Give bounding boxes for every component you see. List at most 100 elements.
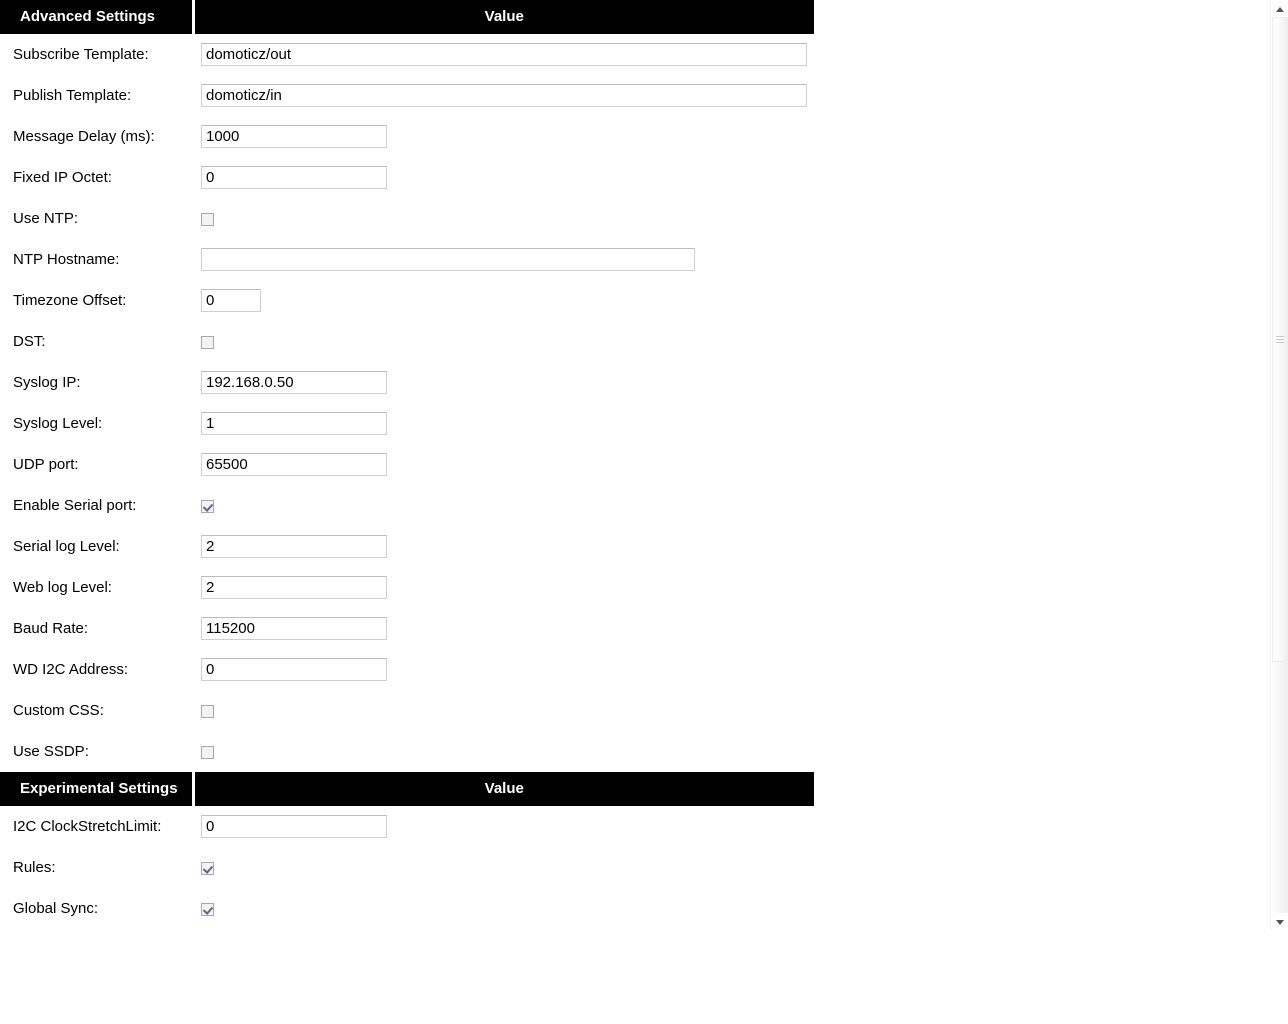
setting-value-cell [193, 608, 814, 649]
vertical-scrollbar[interactable] [1270, 0, 1288, 930]
advanced-settings-header-label: Advanced Settings [0, 0, 195, 34]
advanced-settings-header-value: Value [193, 0, 814, 34]
submit-row: Submit [0, 929, 1270, 930]
setting-checkbox[interactable] [201, 499, 214, 513]
setting-value-cell [193, 198, 814, 239]
settings-row: DST: [0, 321, 814, 362]
experimental-settings-header-label: Experimental Settings [0, 772, 195, 806]
setting-label: Serial log Level: [13, 538, 120, 555]
setting-value-cell [193, 690, 814, 731]
setting-value-cell [193, 649, 814, 690]
setting-checkbox[interactable] [201, 745, 214, 759]
experimental-settings-header-value: Value [193, 772, 814, 806]
setting-label: Web log Level: [13, 579, 112, 596]
setting-text-input[interactable] [201, 289, 261, 312]
setting-label: UDP port: [13, 456, 79, 473]
setting-value-cell [193, 567, 814, 608]
setting-checkbox[interactable] [201, 212, 214, 226]
setting-text-input[interactable] [201, 43, 807, 66]
setting-value-cell [193, 485, 814, 526]
setting-label: Message Delay (ms): [13, 128, 155, 145]
setting-text-input[interactable] [201, 535, 387, 558]
setting-label: Publish Template: [13, 87, 132, 104]
setting-label: Baud Rate: [13, 620, 89, 637]
setting-text-input[interactable] [201, 576, 387, 599]
setting-value-cell [193, 888, 814, 929]
setting-text-input[interactable] [201, 125, 387, 148]
scroll-viewport: Advanced Settings Value Subscribe Templa… [0, 0, 1270, 930]
setting-label: NTP Hostname: [13, 251, 120, 268]
settings-row: Subscribe Template: [0, 34, 814, 75]
settings-row: Publish Template: [0, 75, 814, 116]
settings-row: WD I2C Address: [0, 649, 814, 690]
setting-checkbox[interactable] [201, 902, 214, 916]
setting-label: Enable Serial port: [13, 497, 137, 514]
setting-value-cell [193, 731, 814, 772]
setting-checkbox[interactable] [201, 861, 214, 875]
setting-checkbox[interactable] [201, 704, 214, 718]
settings-row: Enable Serial port: [0, 485, 814, 526]
setting-text-input[interactable] [201, 166, 387, 189]
setting-value-cell [193, 75, 814, 116]
settings-page: Advanced Settings Value Subscribe Templa… [0, 0, 1270, 930]
setting-label: Syslog Level: [13, 415, 103, 432]
setting-text-input[interactable] [201, 412, 387, 435]
setting-label: I2C ClockStretchLimit: [13, 818, 162, 835]
setting-value-cell [193, 34, 814, 75]
setting-label: Timezone Offset: [13, 292, 127, 309]
settings-row: I2C ClockStretchLimit: [0, 806, 814, 847]
setting-label: Custom CSS: [13, 702, 104, 719]
experimental-settings-header-row: Experimental Settings Value [0, 772, 814, 806]
settings-row: Rules: [0, 847, 814, 888]
advanced-settings-header-row: Advanced Settings Value [0, 0, 814, 34]
settings-row: Message Delay (ms): [0, 116, 814, 157]
scroll-down-arrow-icon [1275, 919, 1284, 925]
advanced-settings-body: Advanced Settings Value Subscribe Templa… [0, 0, 814, 772]
settings-row: Syslog Level: [0, 403, 814, 444]
scroll-up-button[interactable] [1271, 0, 1288, 17]
scrollbar-thumb[interactable] [1272, 17, 1287, 662]
settings-row: Timezone Offset: [0, 280, 814, 321]
setting-label: Syslog IP: [13, 374, 81, 391]
settings-row: Custom CSS: [0, 690, 814, 731]
setting-text-input[interactable] [201, 84, 807, 107]
setting-label: Use SSDP: [13, 743, 89, 760]
setting-value-cell [193, 362, 814, 403]
settings-row: Baud Rate: [0, 608, 814, 649]
settings-row: Use SSDP: [0, 731, 814, 772]
experimental-settings-table: Experimental Settings Value I2C ClockStr… [0, 772, 814, 929]
scroll-down-button[interactable] [1271, 913, 1288, 930]
setting-label: Fixed IP Octet: [13, 169, 112, 186]
setting-checkbox[interactable] [201, 335, 214, 349]
setting-value-cell [193, 239, 814, 280]
setting-text-input[interactable] [201, 815, 387, 838]
advanced-settings-table: Advanced Settings Value Subscribe Templa… [0, 0, 814, 772]
setting-label: Rules: [13, 859, 56, 876]
setting-label: Use NTP: [13, 210, 79, 227]
setting-text-input[interactable] [201, 453, 387, 476]
setting-text-input[interactable] [201, 658, 387, 681]
scrollbar-grip-icon [1275, 335, 1284, 344]
settings-row: NTP Hostname: [0, 239, 814, 280]
settings-row: Syslog IP: [0, 362, 814, 403]
settings-row: UDP port: [0, 444, 814, 485]
setting-label: Global Sync: [13, 900, 99, 917]
settings-row: Global Sync: [0, 888, 814, 929]
settings-row: Web log Level: [0, 567, 814, 608]
setting-text-input[interactable] [201, 248, 695, 271]
experimental-settings-body: Experimental Settings Value I2C ClockStr… [0, 772, 814, 929]
setting-text-input[interactable] [201, 371, 387, 394]
setting-value-cell [193, 321, 814, 362]
setting-value-cell [193, 116, 814, 157]
setting-label: WD I2C Address: [13, 661, 129, 678]
setting-value-cell [193, 444, 814, 485]
setting-value-cell [193, 526, 814, 567]
setting-text-input[interactable] [201, 617, 387, 640]
scroll-up-arrow-icon [1275, 6, 1284, 12]
setting-label: DST: [13, 333, 46, 350]
setting-value-cell [193, 157, 814, 198]
setting-value-cell [193, 280, 814, 321]
settings-row: Serial log Level: [0, 526, 814, 567]
setting-label: Subscribe Template: [13, 46, 149, 63]
setting-value-cell [193, 847, 814, 888]
